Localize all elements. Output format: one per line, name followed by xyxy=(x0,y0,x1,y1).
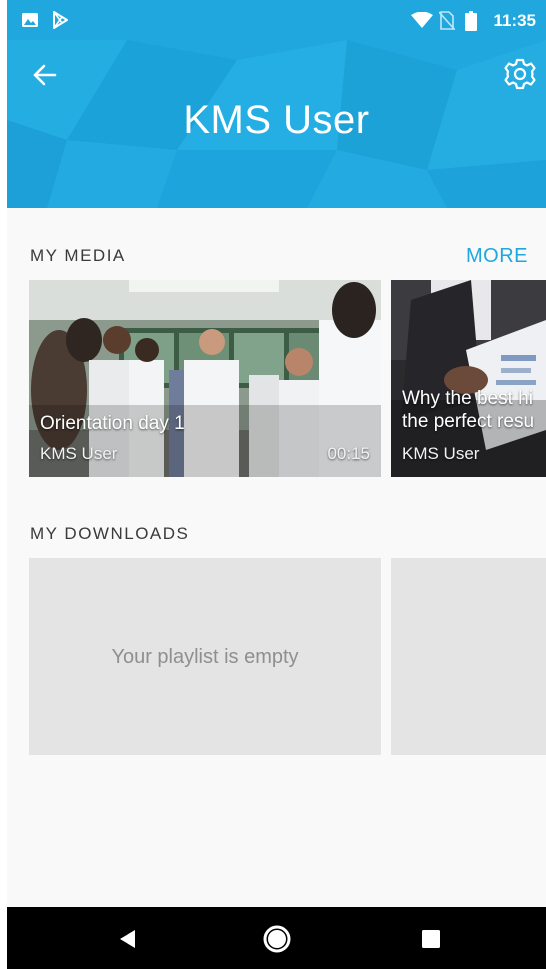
main-content: MY MEDIA MORE Orientation day 1 KMS User… xyxy=(7,208,546,907)
wifi-icon xyxy=(411,11,433,34)
no-sim-icon xyxy=(438,11,456,35)
app-screen: 11:35 KMS User MY MEDIA MORE Orientation… xyxy=(0,0,546,969)
profile-title: KMS User xyxy=(183,98,370,142)
my-downloads-title: MY DOWNLOADS xyxy=(30,524,190,543)
media-author: KMS User xyxy=(40,444,118,463)
nav-recents-button[interactable] xyxy=(414,922,448,956)
system-nav-bar xyxy=(7,907,546,969)
square-recents-icon xyxy=(422,930,440,948)
media-author: KMS User xyxy=(402,444,480,463)
arrow-left-icon xyxy=(33,64,57,86)
nav-back-button[interactable] xyxy=(110,922,144,956)
empty-playlist-message: Your playlist is empty xyxy=(111,646,299,668)
triangle-back-icon xyxy=(120,930,135,948)
battery-icon xyxy=(465,11,477,36)
downloads-placeholder-card xyxy=(391,558,546,755)
settings-button[interactable] xyxy=(502,56,538,92)
media-card-orientation[interactable]: Orientation day 1 KMS User 00:15 xyxy=(29,280,381,477)
circle-home-icon xyxy=(263,925,291,953)
play-store-icon xyxy=(51,11,69,34)
gear-icon xyxy=(504,58,536,90)
media-title: Why the best hi the perfect resu xyxy=(402,387,534,433)
image-icon xyxy=(21,11,39,34)
media-title: Orientation day 1 xyxy=(40,413,185,434)
media-duration: 00:15 xyxy=(327,444,370,463)
profile-header: 11:35 KMS User xyxy=(7,0,546,208)
nav-home-button[interactable] xyxy=(260,922,294,956)
media-title-line-2: the perfect resu xyxy=(402,411,535,432)
status-bar: 11:35 xyxy=(7,0,546,40)
back-button[interactable] xyxy=(29,58,63,92)
more-button[interactable]: MORE xyxy=(466,245,528,268)
my-media-title: MY MEDIA xyxy=(30,246,126,265)
media-title-line-1: Why the best hi xyxy=(402,388,533,409)
downloads-empty-card: Your playlist is empty xyxy=(29,558,381,755)
status-time: 11:35 xyxy=(493,11,536,30)
media-card-best-hire[interactable]: Why the best hi the perfect resu KMS Use… xyxy=(391,280,546,477)
